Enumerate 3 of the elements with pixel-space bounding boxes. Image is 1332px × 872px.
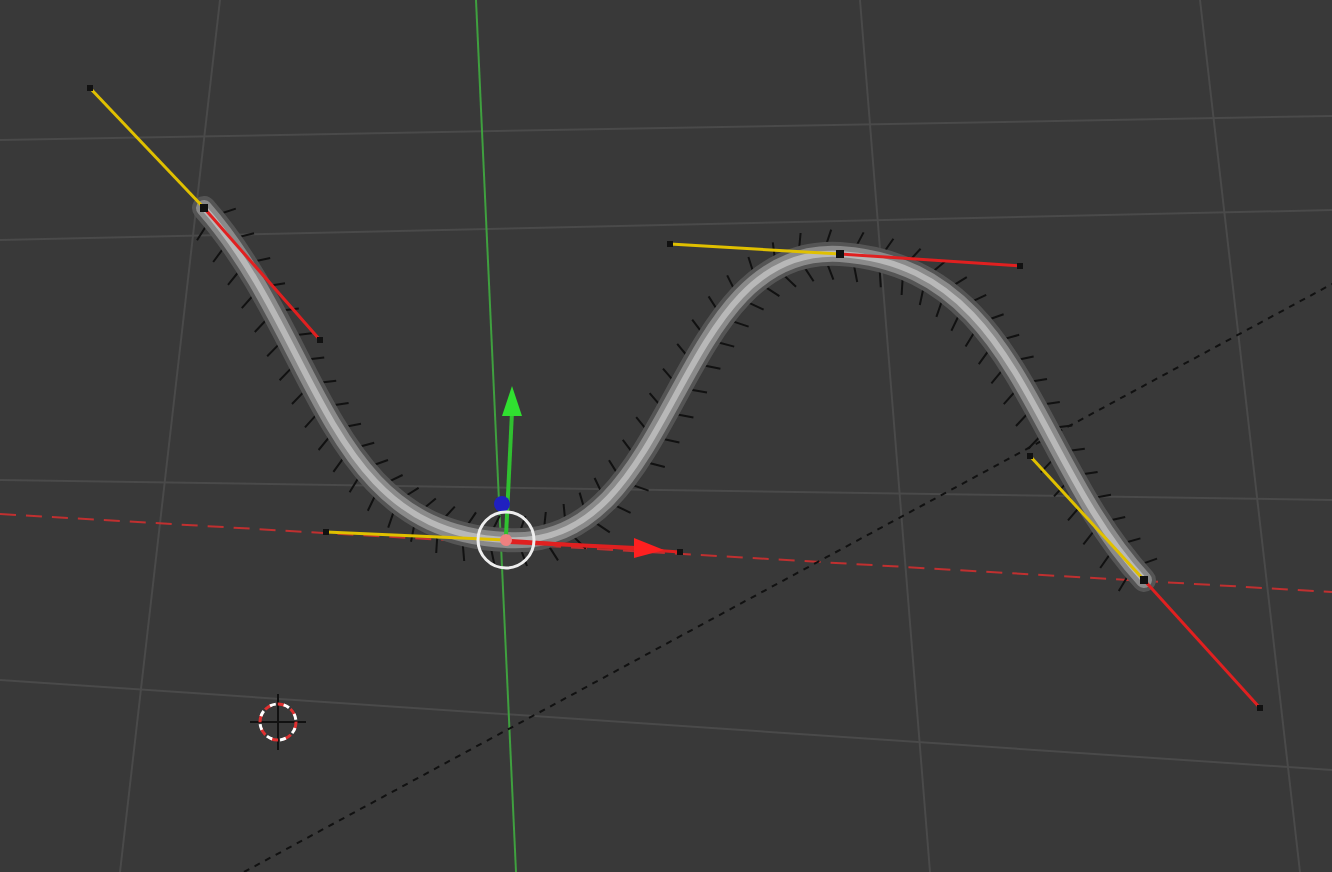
3d-cursor-icon [249, 693, 307, 751]
transform-manipulator-drawing[interactable] [476, 386, 664, 570]
bezier-curve-drawing[interactable] [87, 85, 1263, 711]
